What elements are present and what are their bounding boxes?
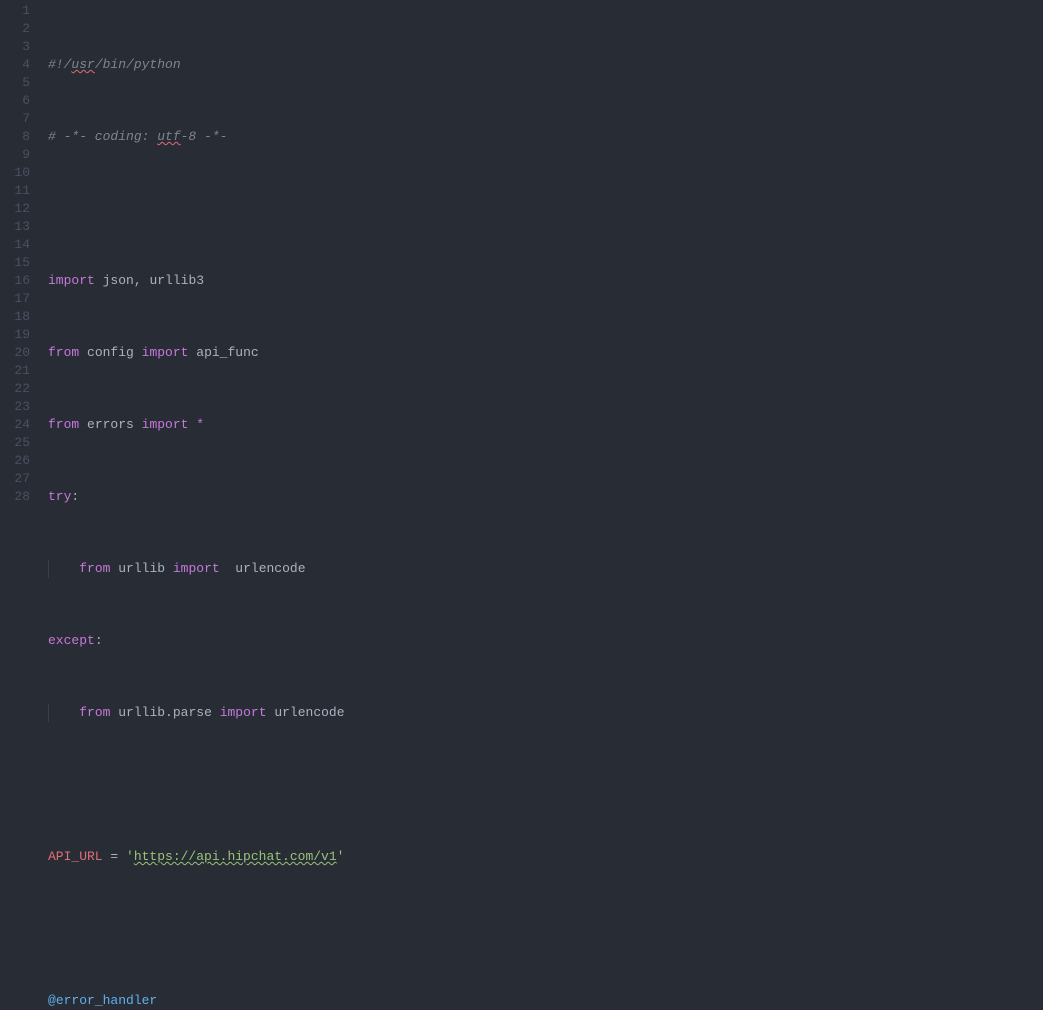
line-number: 1 [0,2,30,20]
line-number: 14 [0,236,30,254]
line-number: 9 [0,146,30,164]
line-number-gutter: 1 2 3 4 5 6 7 8 9 10 11 12 13 14 15 16 1… [0,0,38,505]
line-number: 26 [0,452,30,470]
line-number: 25 [0,434,30,452]
line-number: 17 [0,290,30,308]
line-number: 11 [0,182,30,200]
line-number: 24 [0,416,30,434]
code-line[interactable] [48,776,1043,794]
line-number: 6 [0,92,30,110]
line-number: 16 [0,272,30,290]
code-line[interactable] [48,200,1043,218]
line-number: 21 [0,362,30,380]
line-number: 27 [0,470,30,488]
code-line[interactable]: @error_handler [48,992,1043,1010]
code-line[interactable]: except: [48,632,1043,650]
line-number: 23 [0,398,30,416]
code-line[interactable]: # -*- coding: utf-8 -*- [48,128,1043,146]
code-content[interactable]: #!/usr/bin/python # -*- coding: utf-8 -*… [38,0,1043,505]
line-number: 2 [0,20,30,38]
line-number: 10 [0,164,30,182]
code-line[interactable]: from config import api_func [48,344,1043,362]
line-number: 19 [0,326,30,344]
line-number: 3 [0,38,30,56]
line-number: 12 [0,200,30,218]
code-editor[interactable]: 1 2 3 4 5 6 7 8 9 10 11 12 13 14 15 16 1… [0,0,1043,505]
code-line[interactable]: from errors import * [48,416,1043,434]
line-number: 28 [0,488,30,506]
code-line[interactable]: #!/usr/bin/python [48,56,1043,74]
code-line[interactable]: import json, urllib3 [48,272,1043,290]
code-line[interactable]: from urllib.parse import urlencode [48,704,1043,722]
code-line[interactable]: from urllib import urlencode [48,560,1043,578]
line-number: 13 [0,218,30,236]
code-line[interactable] [48,920,1043,938]
line-number: 20 [0,344,30,362]
line-number: 22 [0,380,30,398]
line-number: 7 [0,110,30,128]
line-number: 4 [0,56,30,74]
code-line[interactable]: API_URL = 'https://api.hipchat.com/v1' [48,848,1043,866]
line-number: 5 [0,74,30,92]
line-number: 18 [0,308,30,326]
line-number: 15 [0,254,30,272]
line-number: 8 [0,128,30,146]
code-line[interactable]: try: [48,488,1043,506]
